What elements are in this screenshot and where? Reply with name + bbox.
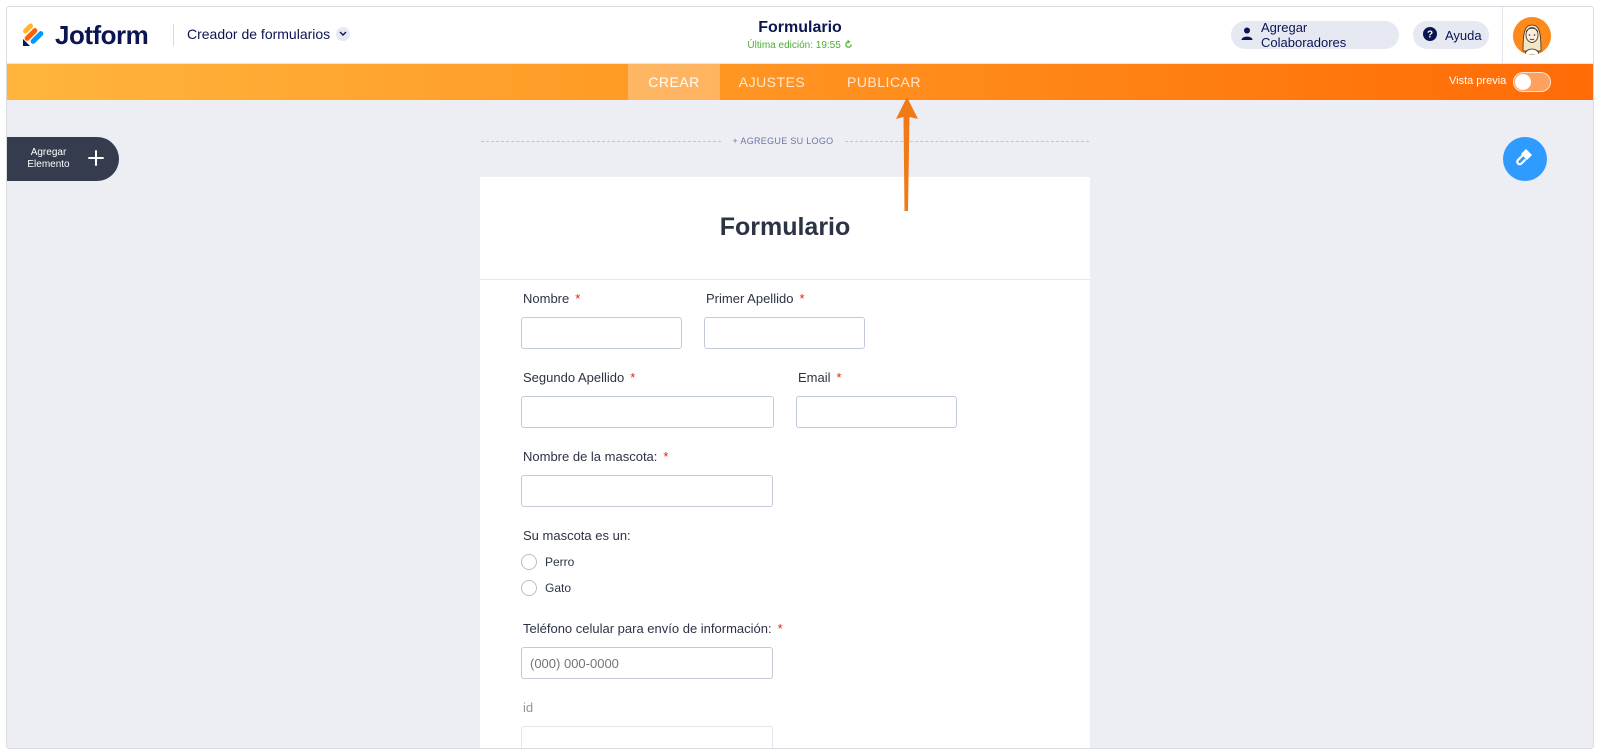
paint-roller-icon (1515, 147, 1535, 172)
label-text: Segundo Apellido (523, 370, 625, 385)
user-icon (1241, 27, 1261, 43)
toggle-knob (1515, 74, 1531, 90)
telefono-input[interactable] (521, 647, 773, 679)
label-text: Email (798, 370, 831, 385)
required-mark: * (799, 291, 805, 306)
email-input[interactable] (796, 396, 957, 428)
mascota-nombre-input[interactable] (521, 475, 773, 507)
radio-option-perro[interactable]: Perro (521, 554, 574, 570)
field-label-primer-apellido: Primer Apellido * (706, 291, 805, 306)
required-mark: * (836, 370, 842, 385)
add-element-button[interactable]: Agregar Elemento (7, 137, 119, 181)
radio-label: Gato (545, 581, 572, 595)
tab-ajustes[interactable]: AJUSTES (726, 64, 818, 100)
field-label-mascota-tipo: Su mascota es un: (523, 528, 631, 543)
required-mark: * (663, 449, 669, 464)
label-text: Teléfono celular para envío de informaci… (523, 621, 772, 636)
form-heading[interactable]: Formulario (480, 213, 1090, 242)
svg-text:?: ? (1427, 29, 1433, 40)
radio-button[interactable] (521, 554, 537, 570)
nombre-input[interactable] (521, 317, 682, 349)
help-label: Ayuda (1445, 27, 1482, 43)
user-menu[interactable] (1502, 7, 1561, 64)
last-edit-text: Última edición: 19:55 (747, 40, 841, 51)
avatar[interactable] (1513, 16, 1551, 55)
app-window: Jotform Creador de formularios Formulari… (6, 6, 1594, 749)
field-label-id: id (523, 700, 534, 715)
label-text: Primer Apellido (706, 291, 794, 306)
field-label-telefono: Teléfono celular para envío de informaci… (523, 621, 783, 636)
required-mark: * (630, 370, 636, 385)
add-logo-link[interactable]: + AGREGUE SU LOGO (721, 136, 845, 146)
top-bar: Jotform Creador de formularios Formulari… (7, 7, 1593, 64)
label-text: Nombre de la mascota: (523, 449, 658, 464)
plus-icon (87, 149, 105, 172)
field-label-email: Email * (798, 370, 842, 385)
primer-apellido-input[interactable] (704, 317, 865, 349)
add-collaborators-label: Agregar Colaboradores (1261, 20, 1347, 50)
preview-label: Vista previa (1449, 75, 1507, 87)
logo-dashed-line (481, 141, 721, 142)
segundo-apellido-input[interactable] (521, 396, 774, 428)
add-element-line1: Agregar (30, 147, 67, 158)
required-mark: * (575, 291, 581, 306)
logo-dashed-line (845, 141, 1089, 142)
form-card: Formulario Nombre * Primer Apellido * Segu… (480, 177, 1090, 748)
preview-toggle[interactable] (1513, 72, 1551, 92)
field-label-nombre: Nombre * (523, 291, 580, 306)
help-icon: ? (1423, 26, 1445, 44)
add-element-line2: Elemento (27, 159, 70, 170)
id-input[interactable] (521, 726, 773, 748)
divider (480, 279, 1090, 280)
tab-crear[interactable]: CREAR (628, 64, 720, 100)
radio-label: Perro (545, 555, 575, 569)
radio-option-gato[interactable]: Gato (521, 580, 571, 596)
help-button[interactable]: ? Ayuda (1413, 21, 1489, 49)
form-designer-button[interactable] (1503, 137, 1547, 181)
refresh-icon (844, 40, 853, 51)
builder-nav: CREAR AJUSTES PUBLICAR Vista previa (7, 64, 1593, 100)
add-collaborators-button[interactable]: Agregar Colaboradores (1231, 20, 1399, 50)
label-text: Nombre (523, 291, 570, 306)
add-element-label: Agregar Elemento (21, 147, 76, 171)
field-label-mascota-nombre: Nombre de la mascota: * (523, 449, 668, 464)
annotation-arrow-icon (896, 97, 918, 211)
radio-button[interactable] (521, 580, 537, 596)
field-label-segundo-apellido: Segundo Apellido * (523, 370, 635, 385)
required-mark: * (777, 621, 783, 636)
